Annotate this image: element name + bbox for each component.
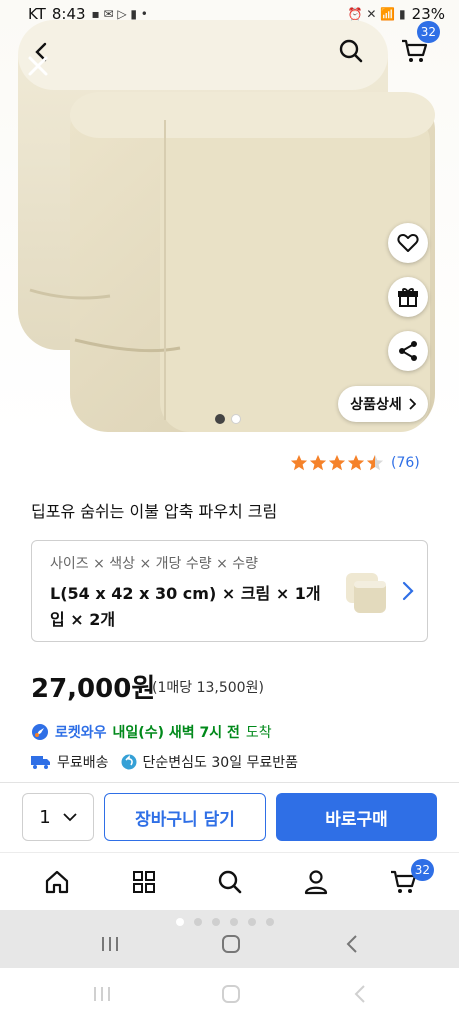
page-dot [230, 918, 238, 926]
gallery-pagination [215, 414, 241, 424]
wishlist-button[interactable] [388, 223, 428, 263]
arrival-time: 내일(수) 새벽 7시 전 [112, 725, 240, 741]
product-photo [18, 20, 435, 432]
user-icon [304, 870, 328, 895]
home-icon [45, 870, 69, 894]
cart-count-badge: 32 [416, 21, 440, 43]
option-thumbnail [346, 573, 386, 613]
home-page-dots [176, 918, 274, 926]
outer-home-button[interactable] [219, 982, 243, 1006]
chevron-right-icon [409, 398, 416, 410]
page-dot [266, 918, 274, 926]
gallery-dot[interactable] [215, 414, 225, 424]
cart-count-badge: 32 [410, 859, 434, 881]
unit-price: (1매당 13,500원) [152, 680, 264, 696]
star-icon [309, 454, 327, 471]
tab-home[interactable] [42, 867, 72, 897]
chevron-right-icon [402, 581, 414, 601]
arrival-suffix: 도착 [245, 725, 272, 741]
recent-apps-icon [94, 987, 110, 1001]
clock: 8:43 [51, 5, 86, 23]
return-icon [121, 754, 137, 770]
quantity-select[interactable]: 1 [22, 793, 94, 841]
product-detail-button[interactable]: 상품상세 [338, 386, 428, 422]
free-return-label: 단순변심도 30일 무료반품 [142, 755, 299, 771]
star-icon [328, 454, 346, 471]
option-value: L(54 x 42 x 30 cm) × 크림 × 1개입 × 2개 [50, 584, 321, 629]
home-circle-icon [222, 985, 240, 1003]
buy-now-button[interactable]: 바로구매 [276, 793, 437, 841]
home-circle-icon [222, 935, 240, 953]
product-image-gallery[interactable]: KT 8:43 ▪ ✉ ▷ ▮ • ⏰ ✕ 📶 ▮ 23% 32 상품상세 [0, 0, 459, 440]
price: 27,000원 [31, 674, 156, 704]
star-icon [290, 454, 308, 471]
outer-navigation-bar [0, 968, 459, 1024]
page-dot [194, 918, 202, 926]
review-count[interactable]: (76) [391, 455, 420, 471]
option-selector[interactable]: 사이즈 × 색상 × 개당 수량 × 수량 L(54 x 42 x 30 cm)… [31, 540, 428, 642]
rocket-brand: 로켓와우 [55, 725, 107, 741]
outer-back-button[interactable] [348, 982, 372, 1006]
rocket-icon [32, 724, 48, 740]
recent-apps-icon [102, 937, 118, 951]
outer-recent-apps-button[interactable] [90, 982, 114, 1006]
cart-button[interactable]: 32 [392, 21, 440, 73]
page-dot [212, 918, 220, 926]
truck-icon [31, 756, 50, 769]
shipping-info: 무료배송 단순변심도 30일 무료반품 [31, 752, 298, 772]
status-bar: KT 8:43 ▪ ✉ ▷ ▮ • ⏰ ✕ 📶 ▮ 23% [0, 0, 459, 28]
product-title: 딥포유 숨쉬는 이불 압축 파우치 크림 [31, 502, 278, 521]
back-icon [354, 985, 365, 1003]
quantity-value: 1 [39, 806, 51, 828]
tab-category[interactable] [129, 867, 159, 897]
home-button[interactable] [219, 932, 243, 956]
notification-icons: ▪ ✉ ▷ ▮ • [91, 7, 148, 21]
close-icon [28, 56, 48, 76]
category-grid-icon [133, 871, 155, 893]
purchase-bar: 1 장바구니 담기 바로구매 [0, 782, 459, 852]
carrier-label: KT [28, 5, 46, 23]
tab-search[interactable] [215, 867, 245, 897]
gift-button[interactable] [388, 277, 428, 317]
search-icon [218, 870, 242, 894]
system-icons: ⏰ ✕ 📶 ▮ [347, 7, 406, 21]
close-button[interactable] [16, 44, 60, 88]
search-icon [339, 39, 363, 63]
chevron-down-icon [63, 813, 77, 822]
system-back-button[interactable] [340, 932, 364, 956]
back-icon [346, 935, 357, 953]
gift-icon [398, 288, 418, 307]
option-labels: 사이즈 × 색상 × 개당 수량 × 수량 [50, 556, 259, 572]
search-button[interactable] [329, 29, 373, 73]
bottom-tab-bar: 32 [0, 852, 459, 910]
product-detail-label: 상품상세 [350, 397, 402, 413]
share-button[interactable] [388, 331, 428, 371]
system-navigation-bar [0, 910, 459, 968]
add-to-cart-button[interactable]: 장바구니 담기 [104, 793, 266, 841]
tab-my-account[interactable] [301, 867, 331, 897]
page-dot [176, 918, 184, 926]
recent-apps-button[interactable] [98, 932, 122, 956]
star-icon [347, 454, 365, 471]
free-shipping-label: 무료배송 [57, 755, 109, 771]
tab-cart[interactable]: 32 [388, 859, 434, 897]
half-star-icon [366, 454, 384, 471]
page-dot [248, 918, 256, 926]
heart-icon [397, 234, 419, 252]
share-icon [399, 341, 417, 361]
delivery-info: 로켓와우 내일(수) 새벽 7시 전 도착 [31, 722, 272, 742]
gallery-dot[interactable] [231, 414, 241, 424]
rating[interactable]: (76) [290, 454, 420, 472]
